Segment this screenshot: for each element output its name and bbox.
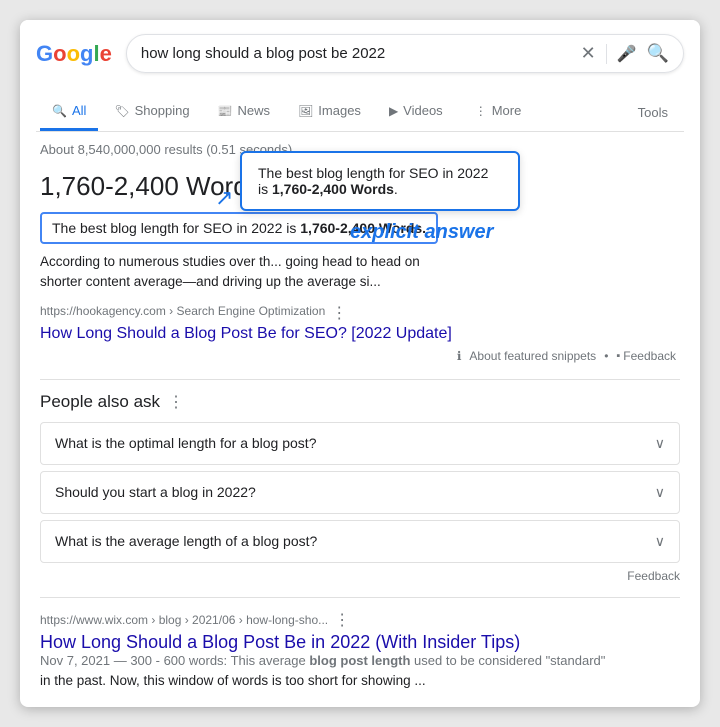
all-icon: 🔍 bbox=[52, 104, 67, 118]
paa-item-1[interactable]: Should you start a blog in 2022? ∨ bbox=[40, 471, 680, 514]
paa-chevron-0-icon: ∨ bbox=[655, 435, 665, 452]
google-logo: Google bbox=[36, 41, 112, 67]
callout-arrow-icon: ↗ bbox=[215, 185, 233, 211]
search-icon[interactable]: 🔍 bbox=[647, 43, 669, 64]
featured-snippet: 1,760-2,400 Words The best blog length f… bbox=[40, 171, 680, 363]
paa-chevron-1-icon: ∨ bbox=[655, 484, 665, 501]
browser-window: Google how long should a blog post be 20… bbox=[20, 20, 700, 707]
callout-box: The best blog length for SEO in 2022 is … bbox=[240, 151, 520, 211]
paa-item-2[interactable]: What is the average length of a blog pos… bbox=[40, 520, 680, 563]
paa-chevron-2-icon: ∨ bbox=[655, 533, 665, 550]
paa-question-2: What is the average length of a blog pos… bbox=[55, 533, 317, 549]
result-url-menu-icon[interactable]: ⋮ bbox=[334, 610, 350, 630]
paa-menu-icon[interactable]: ⋮ bbox=[168, 392, 184, 412]
snippet-url-menu-icon[interactable]: ⋮ bbox=[331, 303, 347, 323]
paa-heading: People also ask bbox=[40, 392, 160, 412]
shopping-icon: 🏷 bbox=[114, 104, 129, 118]
feedback-icon: ▪ bbox=[616, 350, 620, 362]
tab-more[interactable]: ⋮ More bbox=[463, 93, 534, 131]
tab-videos[interactable]: ▶ Videos bbox=[377, 93, 455, 131]
news-icon: 📰 bbox=[218, 104, 233, 118]
people-also-ask-section: People also ask ⋮ What is the optimal le… bbox=[40, 392, 680, 583]
more-dots-icon: ⋮ bbox=[475, 104, 487, 118]
result-item-wix: https://www.wix.com › blog › 2021/06 › h… bbox=[40, 610, 680, 691]
snippet-url: https://hookagency.com › Search Engine O… bbox=[40, 304, 325, 318]
microphone-icon[interactable]: 🎤 bbox=[617, 44, 637, 64]
about-featured-snippets-icon: ℹ bbox=[457, 349, 462, 363]
snippet-body-text: According to numerous studies over th...… bbox=[40, 252, 420, 293]
tab-news[interactable]: 📰 News bbox=[206, 93, 282, 131]
nav-tabs: 🔍 All 🏷 Shopping 📰 News 🖼 Images ▶ Video… bbox=[36, 93, 684, 132]
divider-line bbox=[40, 379, 680, 380]
about-featured-snippets-label[interactable]: About featured snippets bbox=[469, 349, 596, 363]
images-icon: 🖼 bbox=[298, 104, 313, 118]
tab-shopping[interactable]: 🏷 Shopping bbox=[102, 93, 201, 131]
snippet-footer: ℹ About featured snippets • ▪ Feedback bbox=[40, 349, 680, 363]
paa-question-1: Should you start a blog in 2022? bbox=[55, 484, 256, 500]
feedback-label[interactable]: Feedback bbox=[623, 349, 676, 363]
result-date-wix: Nov 7, 2021 — 300 - 600 words: This aver… bbox=[40, 653, 680, 668]
search-box[interactable]: how long should a blog post be 2022 ✕ 🎤 … bbox=[126, 34, 684, 73]
tab-all[interactable]: 🔍 All bbox=[40, 93, 98, 131]
clear-icon[interactable]: ✕ bbox=[581, 43, 596, 64]
explicit-answer-label: explicit answer bbox=[350, 221, 493, 244]
search-input[interactable]: how long should a blog post be 2022 bbox=[141, 45, 581, 62]
callout-text: The best blog length for SEO in 2022 is … bbox=[258, 165, 488, 197]
header: Google how long should a blog post be 20… bbox=[20, 20, 700, 132]
result-title-wix[interactable]: How Long Should a Blog Post Be in 2022 (… bbox=[40, 632, 520, 652]
paa-feedback-label[interactable]: Feedback bbox=[627, 569, 680, 583]
result-url-wix: https://www.wix.com › blog › 2021/06 › h… bbox=[40, 613, 328, 627]
tools-button[interactable]: Tools bbox=[626, 95, 680, 130]
content-area: About 8,540,000,000 results (0.51 second… bbox=[20, 132, 700, 707]
videos-icon: ▶ bbox=[389, 104, 398, 118]
paa-item-0[interactable]: What is the optimal length for a blog po… bbox=[40, 422, 680, 465]
paa-question-0: What is the optimal length for a blog po… bbox=[55, 435, 316, 451]
result-snippet-wix: in the past. Now, this window of words i… bbox=[40, 671, 680, 691]
divider bbox=[606, 44, 607, 64]
tab-images[interactable]: 🖼 Images bbox=[286, 93, 373, 131]
snippet-result-link[interactable]: How Long Should a Blog Post Be for SEO? … bbox=[40, 325, 680, 343]
